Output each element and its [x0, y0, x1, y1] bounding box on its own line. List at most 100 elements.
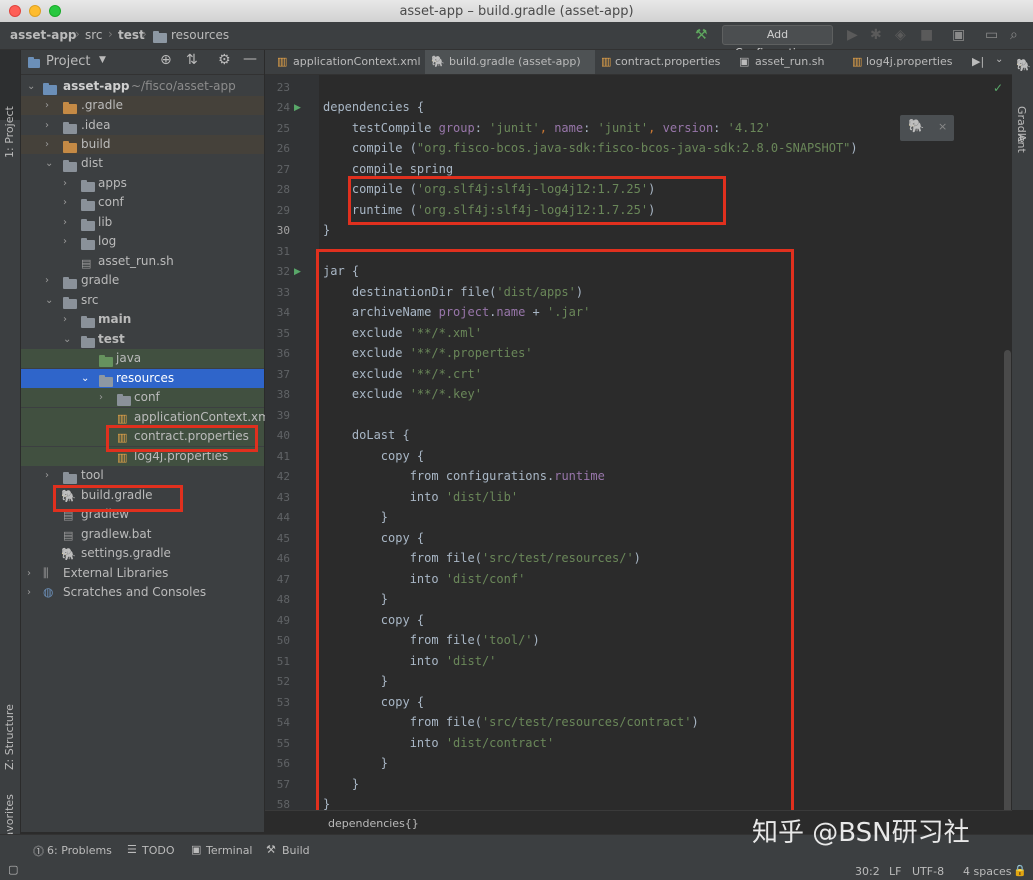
tree-item[interactable]: ⌄ test — [21, 330, 264, 349]
chevron-right-icon[interactable]: › — [45, 96, 49, 115]
gradle-reload-icon[interactable]: 🐘 — [908, 119, 924, 134]
chevron-right-icon[interactable]: › — [63, 310, 67, 329]
gradle-reload-popup[interactable]: 🐘 × — [900, 115, 954, 141]
tree-item[interactable]: › build — [21, 135, 264, 154]
breadcrumb-test[interactable]: test — [118, 28, 145, 42]
tree-item[interactable]: ⌄ src — [21, 291, 264, 310]
line-separator[interactable]: LF — [889, 865, 901, 878]
breadcrumb-project[interactable]: asset-app — [10, 28, 77, 42]
ant-tool-tab[interactable]: Ant — [1015, 134, 1028, 153]
chevron-right-icon[interactable]: › — [27, 583, 31, 602]
chevron-right-icon[interactable]: › — [45, 116, 49, 135]
project-structure-icon[interactable]: ▣ — [952, 27, 965, 43]
close-icon[interactable]: × — [938, 120, 947, 133]
stop-icon[interactable]: ■ — [920, 27, 933, 43]
more-tabs-icon[interactable]: ▶| — [972, 55, 984, 68]
chevron-right-icon[interactable]: › — [63, 213, 67, 232]
chevron-right-icon[interactable]: › — [63, 232, 67, 251]
layout-icon[interactable]: ▭ — [985, 27, 998, 43]
coverage-icon[interactable]: ◈ — [895, 27, 906, 43]
tree-item-label: asset_run.sh — [98, 254, 174, 268]
collapse-all-icon[interactable]: ⇅ — [186, 52, 198, 68]
layout-toggle-icon[interactable]: ▢ — [8, 863, 18, 876]
tree-item[interactable]: › main — [21, 310, 264, 329]
chevron-down-icon[interactable]: ⌄ — [45, 291, 53, 310]
add-configuration-button[interactable]: Add Configuration... — [722, 25, 833, 59]
chevron-down-icon[interactable]: ⌄ — [81, 369, 89, 388]
tree-item[interactable]: › conf — [21, 388, 264, 407]
chevron-down-icon[interactable]: ⌄ — [45, 154, 53, 173]
debug-icon[interactable]: ✱ — [870, 27, 882, 43]
tab-asset-run[interactable]: ▣ asset_run.sh — [735, 50, 845, 74]
code-editor[interactable]: 23 24 25 26 27 28 29 30 31 32 33 34 35 3… — [265, 75, 1012, 840]
tab-log4j-properties[interactable]: ▥ log4j.properties — [848, 50, 968, 74]
tree-item[interactable]: ▥ log4j.properties — [21, 447, 264, 466]
chevron-down-icon[interactable]: ⌄ — [27, 77, 35, 96]
line-number: 57 — [276, 778, 290, 791]
chevron-right-icon[interactable]: › — [45, 466, 49, 485]
tab-contract-properties[interactable]: ▥ contract.properties — [597, 50, 732, 74]
todo-tool-button[interactable]: TODO — [142, 844, 175, 857]
run-gutter-icon[interactable]: ▶ — [294, 267, 301, 277]
code-line: } — [323, 674, 389, 688]
chevron-right-icon[interactable]: › — [99, 388, 103, 407]
tab-build-gradle[interactable]: 🐘 build.gradle (asset-app) — [425, 50, 595, 74]
file-encoding[interactable]: UTF-8 — [912, 865, 944, 878]
chevron-right-icon[interactable]: › — [45, 271, 49, 290]
tree-item-label: tool — [81, 468, 104, 482]
tree-item-selected[interactable]: ⌄ resources — [21, 369, 264, 388]
hammer-build-icon[interactable]: ⚒ — [695, 27, 708, 43]
tree-item[interactable]: ▤ asset_run.sh — [21, 252, 264, 271]
tab-application-context[interactable]: ▥ applicationContext.xml — [271, 50, 421, 74]
tree-item[interactable]: › .idea — [21, 116, 264, 135]
breadcrumb-resources[interactable]: resources — [171, 28, 229, 42]
problems-tool-button[interactable]: 6: Problems — [47, 844, 112, 857]
tree-item[interactable]: › log — [21, 232, 264, 251]
chevron-right-icon[interactable]: › — [45, 135, 49, 154]
caret-position[interactable]: 30:2 — [855, 865, 880, 878]
project-view-selector[interactable]: Project — [46, 54, 90, 69]
tree-item[interactable]: ▥ applicationContext.xml — [21, 408, 273, 427]
chevron-right-icon[interactable]: › — [63, 193, 67, 212]
tree-item[interactable]: › lib — [21, 213, 264, 232]
run-icon[interactable]: ▶ — [847, 27, 858, 43]
tree-item[interactable]: ▤ gradlew — [21, 505, 264, 524]
editor-breadcrumb[interactable]: dependencies{} — [328, 817, 419, 830]
tree-item[interactable]: ▤ gradlew.bat — [21, 525, 264, 544]
line-number: 25 — [276, 122, 290, 135]
gear-icon[interactable]: ⚙ — [218, 52, 231, 68]
structure-tool-tab[interactable]: Z: Structure — [3, 704, 16, 770]
tree-item[interactable]: ▥ contract.properties — [21, 427, 264, 446]
tree-item[interactable]: › ◍ Scratches and Consoles — [21, 583, 264, 602]
tree-item-root[interactable]: ⌄ asset-app ~/fisco/asset-app — [21, 77, 264, 96]
tree-item[interactable]: 🐘 settings.gradle — [21, 544, 264, 563]
indent-setting[interactable]: 4 spaces — [963, 865, 1012, 878]
code-token: : — [713, 121, 728, 135]
tree-item[interactable]: › gradle — [21, 271, 264, 290]
run-gutter-icon[interactable]: ▶ — [294, 103, 301, 113]
tree-item[interactable]: 🐘 build.gradle — [21, 486, 264, 505]
chevron-down-icon[interactable]: ⌄ — [63, 330, 71, 349]
breadcrumb-src[interactable]: src — [85, 28, 103, 42]
lock-icon[interactable]: 🔒 — [1013, 864, 1027, 877]
hide-panel-icon[interactable]: — — [243, 51, 257, 67]
search-icon[interactable]: ⌕ — [1010, 27, 1018, 43]
inspection-ok-icon[interactable]: ✓ — [993, 81, 1003, 95]
line-number: 39 — [276, 409, 290, 422]
locate-target-icon[interactable]: ⊕ — [160, 52, 172, 68]
chevron-down-icon[interactable]: ▼ — [99, 55, 106, 65]
tree-item[interactable]: › apps — [21, 174, 264, 193]
terminal-tool-button[interactable]: Terminal — [206, 844, 253, 857]
tree-item[interactable]: ⌄ dist — [21, 154, 264, 173]
tree-item[interactable]: › .gradle — [21, 96, 264, 115]
tree-item[interactable]: › conf — [21, 193, 264, 212]
tree-item[interactable]: › ⫼ External Libraries — [21, 564, 264, 583]
chevron-down-icon[interactable]: ⌄ — [995, 54, 1003, 65]
vertical-scrollbar[interactable] — [1004, 350, 1011, 840]
project-tool-tab[interactable]: 1: Project — [3, 106, 16, 158]
tree-item[interactable]: java — [21, 349, 264, 368]
tree-item[interactable]: › tool — [21, 466, 264, 485]
build-tool-button[interactable]: Build — [282, 844, 310, 857]
chevron-right-icon[interactable]: › — [27, 564, 31, 583]
chevron-right-icon[interactable]: › — [63, 174, 67, 193]
